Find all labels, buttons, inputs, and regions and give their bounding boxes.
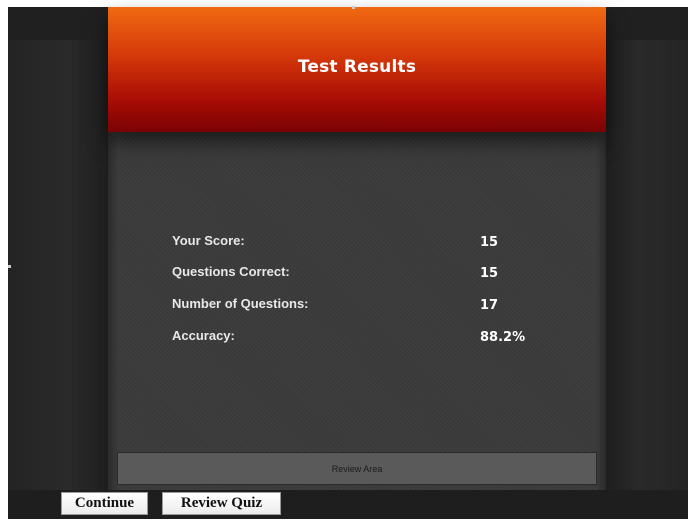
result-row-accuracy: Accuracy: 88.2% — [172, 328, 532, 352]
review-quiz-button[interactable]: Review Quiz — [162, 492, 281, 515]
result-row-questions: Number of Questions: 17 — [172, 296, 532, 320]
page-title: Test Results — [297, 57, 417, 77]
top-center-marker — [352, 6, 355, 9]
right-side-panel — [606, 40, 688, 490]
continue-button[interactable]: Continue — [61, 492, 148, 515]
panel-edge-right — [596, 130, 606, 490]
result-label: Your Score: — [172, 233, 245, 248]
result-row-score: Your Score: 15 — [172, 233, 532, 257]
result-value: 17 — [480, 298, 499, 313]
panel-edge-left — [108, 130, 118, 490]
result-value: 15 — [480, 266, 499, 281]
result-row-correct: Questions Correct: 15 — [172, 264, 532, 288]
result-label: Questions Correct: — [172, 264, 290, 279]
review-area: Review Area — [117, 452, 597, 485]
result-label: Accuracy: — [172, 328, 235, 343]
left-center-marker — [8, 265, 11, 268]
result-label: Number of Questions: — [172, 296, 309, 311]
left-side-panel — [8, 40, 108, 490]
result-value: 88.2% — [480, 330, 526, 345]
results-header: Test Results — [108, 7, 606, 132]
review-area-label: Review Area — [331, 464, 383, 474]
result-value: 15 — [480, 235, 499, 250]
quiz-window: Test Results Your Score: 15 Questions Co… — [0, 0, 688, 523]
